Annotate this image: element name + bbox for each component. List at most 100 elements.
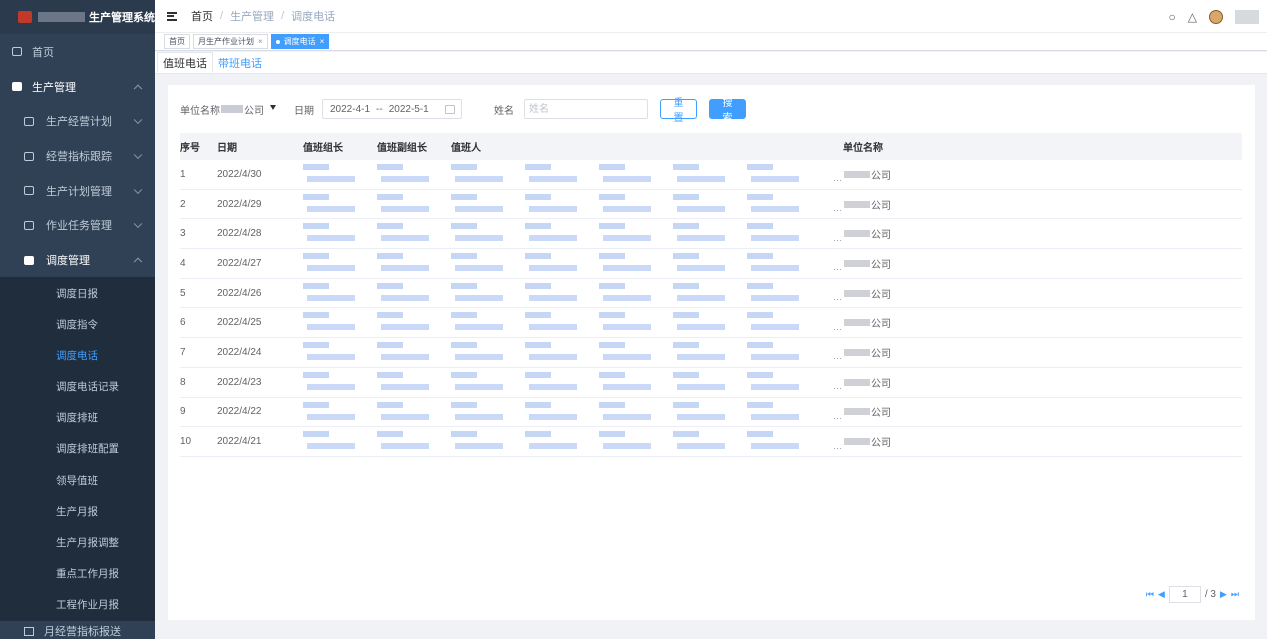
unit-redacted xyxy=(844,348,870,356)
person-cell-redacted xyxy=(451,219,525,248)
close-icon[interactable]: × xyxy=(258,37,263,46)
sidebar-item-engineering[interactable]: 工程作业月报 xyxy=(0,589,155,620)
name-input[interactable] xyxy=(524,99,648,119)
tag-dispatch-phone[interactable]: 调度电话 × xyxy=(270,34,330,49)
filter-bar: 单位名称 公司 日期 2022-4-1 -- 2022-5-1 姓名 重置 搜索 xyxy=(180,98,758,124)
tab-duty-phone[interactable]: 值班电话 xyxy=(157,52,213,73)
table-row[interactable]: 3 2022/4/28 … 公司 xyxy=(180,219,1242,250)
row-unit: … 公司 xyxy=(833,170,891,184)
sidebar-item-label: 生产经营计划 xyxy=(46,116,112,129)
last-page-icon[interactable]: ⏭ xyxy=(1231,589,1239,600)
user-name-redacted[interactable] xyxy=(1235,9,1259,24)
row-unit: … 公司 xyxy=(833,348,891,362)
unit-redacted xyxy=(844,259,870,267)
person-cell-redacted xyxy=(599,427,673,456)
sidebar-group-production[interactable]: 生产管理 xyxy=(0,69,155,104)
tag-home[interactable]: 首页 xyxy=(164,34,190,49)
person-cell-redacted xyxy=(525,398,599,427)
table-row[interactable]: 2 2022/4/29 … 公司 xyxy=(180,190,1242,220)
person-cell-redacted xyxy=(377,338,451,367)
person-cell-redacted xyxy=(673,160,747,189)
row-date: 2022/4/26 xyxy=(217,287,262,299)
sidebar-item-monthly-adjust[interactable]: 生产月报调整 xyxy=(0,527,155,558)
tab-shift-leader-phone[interactable]: 带班电话 xyxy=(213,52,267,73)
sidebar-item-indicator[interactable]: 经营指标跟踪 xyxy=(0,139,155,174)
unit-select-prefix: 单位名称 xyxy=(180,105,220,117)
column-header: 序号 xyxy=(180,143,200,154)
chevron-up-icon xyxy=(133,84,143,93)
avatar[interactable] xyxy=(1209,9,1223,24)
unit-select[interactable]: 单位名称 公司 xyxy=(180,99,276,119)
table-row[interactable]: 1 2022/4/30 … 公司 xyxy=(180,160,1242,190)
row-number: 6 xyxy=(180,317,186,329)
table-row[interactable]: 9 2022/4/22 … 公司 xyxy=(180,398,1242,428)
tags-view: 首页 月生产作业计划 × 调度电话 × xyxy=(155,33,1267,51)
calendar-icon xyxy=(445,105,455,114)
page-total: / 3 xyxy=(1204,589,1216,600)
unit-redacted xyxy=(844,230,870,238)
table-row[interactable]: 5 2022/4/26 … 公司 xyxy=(180,279,1242,309)
person-cell-redacted xyxy=(673,219,747,248)
sidebar-item-key-work[interactable]: 重点工作月报 xyxy=(0,558,155,589)
person-cell-redacted xyxy=(525,368,599,397)
row-date: 2022/4/27 xyxy=(217,257,262,269)
table-row[interactable]: 4 2022/4/27 … 公司 xyxy=(180,249,1242,279)
search-button[interactable]: 搜索 xyxy=(709,98,746,124)
breadcrumb-production[interactable]: 生产管理 xyxy=(230,8,274,24)
table-row[interactable]: 10 2022/4/21 … 公司 xyxy=(180,427,1242,457)
document-icon xyxy=(24,255,34,265)
row-number: 8 xyxy=(180,376,186,388)
reset-button[interactable]: 重置 xyxy=(660,98,697,124)
table-row[interactable]: 7 2022/4/24 … 公司 xyxy=(180,338,1242,368)
chevron-down-icon xyxy=(133,115,143,125)
first-page-icon[interactable]: ⏮ xyxy=(1146,589,1154,600)
row-unit: … 公司 xyxy=(833,289,891,303)
sidebar-item-label: 经营指标跟踪 xyxy=(46,151,112,164)
unit-redacted xyxy=(844,289,870,297)
page-input[interactable] xyxy=(1168,586,1201,603)
person-cell-redacted xyxy=(303,279,377,308)
sidebar-item-task[interactable]: 作业任务管理 xyxy=(0,208,155,243)
hamburger-icon[interactable] xyxy=(167,11,177,21)
sidebar-item-monthly-report[interactable]: 生产月报 xyxy=(0,496,155,527)
sidebar-item-label: 生产计划管理 xyxy=(46,185,112,198)
next-page-icon[interactable]: ▶ xyxy=(1220,589,1227,600)
sidebar-item-home[interactable]: 首页 xyxy=(0,34,155,69)
sidebar-item-schedule[interactable]: 调度排班 xyxy=(0,402,155,433)
sidebar-item-dispatch-phone[interactable]: 调度电话 xyxy=(0,340,155,371)
close-icon[interactable]: × xyxy=(320,37,325,46)
row-date: 2022/4/29 xyxy=(217,198,262,210)
chevron-down-icon xyxy=(133,150,143,160)
chevron-down-icon xyxy=(133,185,143,194)
tag-monthly-plan[interactable]: 月生产作业计划 × xyxy=(193,34,268,49)
prev-page-icon[interactable]: ◀ xyxy=(1158,589,1165,600)
date-range-picker[interactable]: 2022-4-1 -- 2022-5-1 xyxy=(322,99,462,119)
column-header: 单位名称 xyxy=(843,143,883,154)
sidebar-item-schedule-config[interactable]: 调度排班配置 xyxy=(0,433,155,464)
sidebar-item-production-plan[interactable]: 生产计划管理 xyxy=(0,173,155,208)
sidebar-item-instruction[interactable]: 调度指令 xyxy=(0,309,155,340)
person-cell-redacted xyxy=(525,308,599,337)
person-cell-redacted xyxy=(599,308,673,337)
sidebar-item-plan[interactable]: 生产经营计划 xyxy=(0,104,155,139)
person-cell-redacted xyxy=(747,219,821,248)
active-dot-icon xyxy=(275,39,280,44)
phone-type-tabs: 值班电话 带班电话 xyxy=(155,52,1267,74)
person-cell-redacted xyxy=(747,308,821,337)
date-start: 2022-4-1 xyxy=(330,103,371,115)
person-cell-redacted xyxy=(673,279,747,308)
table-row[interactable]: 8 2022/4/23 … 公司 xyxy=(180,368,1242,398)
search-icon[interactable]: ○ xyxy=(1169,10,1176,24)
table-icon xyxy=(24,186,34,196)
sidebar-item-monthly-indicator[interactable]: 月经营指标报送 xyxy=(0,623,155,639)
breadcrumb-home[interactable]: 首页 xyxy=(191,8,213,24)
sidebar-item-leader-duty[interactable]: 领导值班 xyxy=(0,465,155,496)
sidebar-item-label: 首页 xyxy=(32,46,54,59)
sidebar-item-phone-records[interactable]: 调度电话记录 xyxy=(0,371,155,402)
bell-icon[interactable]: △ xyxy=(1188,10,1197,24)
sidebar-item-daily-report[interactable]: 调度日报 xyxy=(0,277,155,308)
person-cell-redacted xyxy=(525,219,599,248)
person-cell-redacted xyxy=(673,398,747,427)
sidebar-item-dispatch[interactable]: 调度管理 xyxy=(0,243,155,278)
table-row[interactable]: 6 2022/4/25 … 公司 xyxy=(180,308,1242,339)
